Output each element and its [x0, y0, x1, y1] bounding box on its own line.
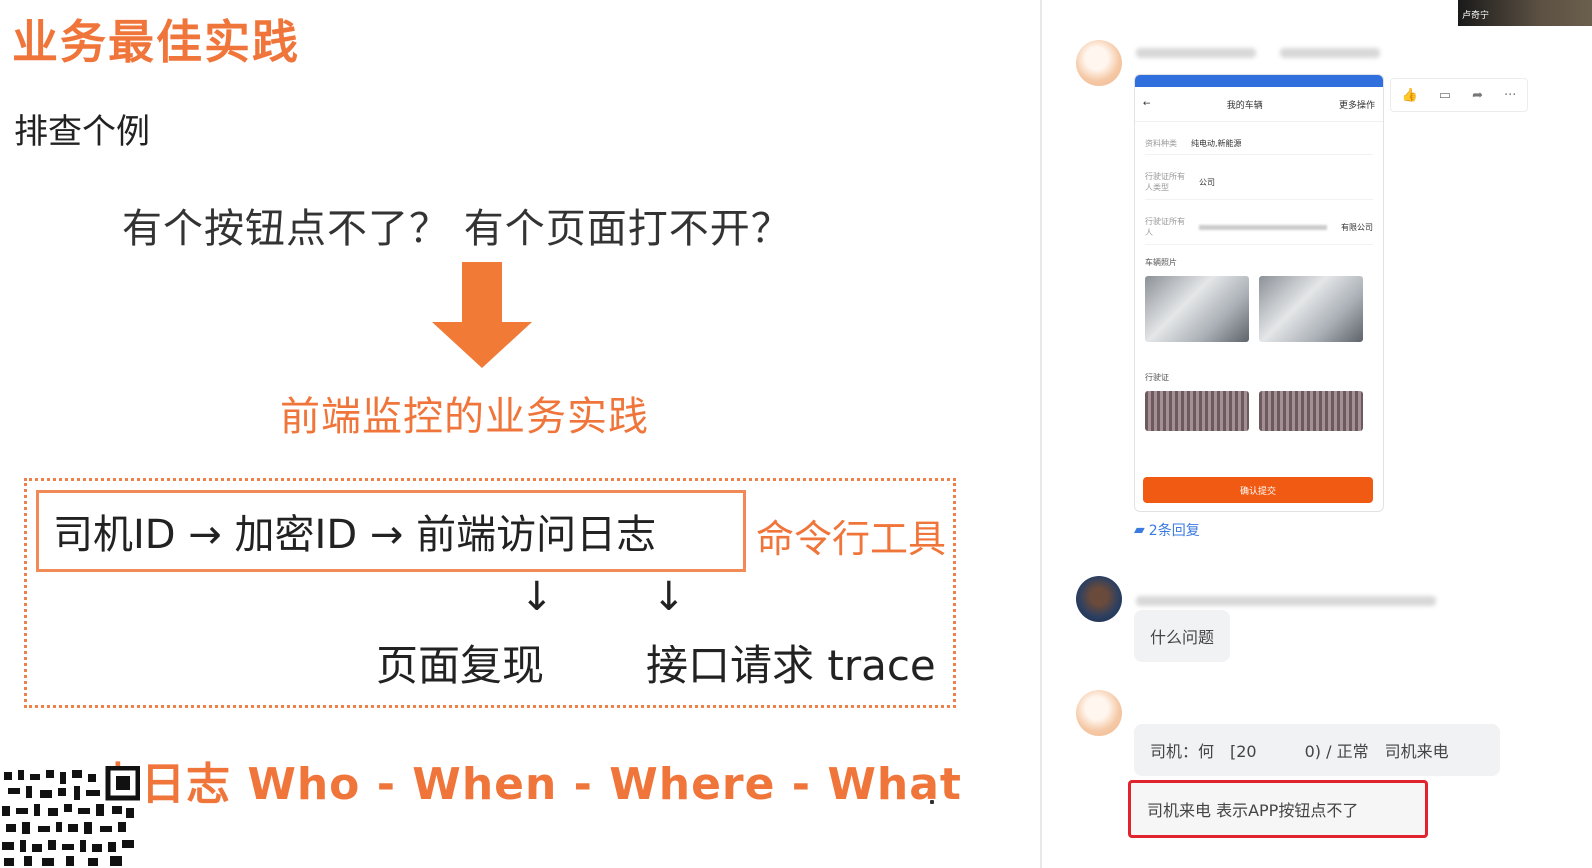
sender-name-blurred [1136, 596, 1436, 606]
flow-box: 司机ID → 加密ID → 前端访问日志 [36, 490, 746, 572]
down-arrow-icon [432, 262, 532, 368]
api-trace-label: 接口请求 trace [646, 641, 936, 690]
avatar[interactable] [1076, 40, 1122, 86]
cli-tool-label: 命令行工具 [756, 517, 947, 561]
phone-header-title: 我的车辆 [1226, 100, 1263, 111]
license-photos [1145, 391, 1373, 431]
qr-code-icon [0, 766, 140, 868]
phone-row-value: 有限公司 [1341, 222, 1373, 232]
message-text: 司机来电 表示APP按钮点不了 [1147, 801, 1359, 820]
page-replay-label: 页面复现 [376, 641, 545, 690]
thumbs-up-icon[interactable]: 👍 [1402, 88, 1418, 103]
question-text: 有个按钮点不了？ 有个页面打不开？ [122, 206, 792, 252]
more-icon[interactable]: ··· [1504, 88, 1516, 103]
screenshot-attachment[interactable]: ← 我的车辆 更多操作 资料种类 纯电动,新能源 行驶证所有人类型 公司 行驶证… [1134, 74, 1384, 512]
phone-row: 资料种类 纯电动,新能源 [1145, 132, 1373, 155]
license-section-title: 行驶证 [1145, 373, 1169, 382]
chat-message: 什么问题 [1134, 610, 1231, 662]
license-photo [1145, 391, 1249, 431]
phone-row-label: 行驶证所有人 [1145, 217, 1185, 237]
phone-row-value: 公司 [1199, 177, 1215, 187]
slide-subtitle: 排查个例 [14, 112, 150, 152]
avatar[interactable] [1076, 690, 1122, 736]
phone-row: 行驶证所有人类型 公司 [1145, 165, 1373, 200]
share-icon[interactable]: ➦ [1472, 88, 1483, 103]
submit-button: 确认提交 [1143, 477, 1373, 503]
phone-row-label: 行驶证所有人类型 [1145, 172, 1185, 192]
mouse-cursor [930, 800, 934, 804]
sender-name-blurred [1136, 48, 1256, 58]
comment-icon[interactable]: ▭ [1439, 88, 1451, 103]
car-photo [1259, 276, 1363, 342]
reply-count-label: 2条回复 [1148, 523, 1200, 539]
flow-down-arrow-icon: ↓ [520, 574, 554, 620]
reply-count-link[interactable]: ▰ 2条回复 [1134, 520, 1200, 540]
license-photo [1259, 391, 1363, 431]
car-photo [1145, 276, 1249, 342]
phone-header: ← 我的车辆 更多操作 [1135, 87, 1383, 122]
practice-heading: 前端监控的业务实践 [280, 394, 649, 440]
message-actions: 👍 ▭ ➦ ··· [1390, 78, 1528, 112]
phone-row: 行驶证所有人 有限公司 [1145, 210, 1373, 245]
phone-status-bar [1135, 75, 1383, 87]
message-text: 什么问题 [1150, 628, 1215, 647]
flow-text: 司机ID → 加密ID → 前端访问日志 [53, 512, 657, 558]
chat-message: 司机：何 [20 0) / 正常 司机来电 [1134, 724, 1500, 776]
comment-icon: ▰ [1134, 522, 1145, 538]
message-text: 司机：何 [20 0) / 正常 司机来电 [1150, 742, 1449, 761]
phone-row-label: 资料种类 [1145, 138, 1177, 148]
phone-header-action: 更多操作 [1338, 100, 1375, 111]
flow-down-arrow-icon: ↓ [652, 574, 686, 620]
log-query-line: 查日志 Who - When - Where - What [96, 759, 962, 810]
car-photos [1145, 276, 1373, 342]
back-arrow-icon: ← [1143, 99, 1151, 109]
presentation-slide: 业务最佳实践 排查个例 有个按钮点不了？ 有个页面打不开？ 前端监控的业务实践 … [0, 0, 1040, 868]
blurred-value [1199, 224, 1327, 230]
highlighted-chat-message: 司机来电 表示APP按钮点不了 [1128, 780, 1428, 838]
timestamp-blurred [1280, 48, 1380, 58]
video-thumbnail[interactable]: 卢奇宁 [1458, 0, 1592, 26]
phone-row-value: 纯电动,新能源 [1191, 138, 1242, 148]
avatar[interactable] [1076, 576, 1122, 622]
car-photos-section-title: 车辆照片 [1145, 258, 1177, 267]
slide-title: 业务最佳实践 [12, 15, 300, 69]
video-label: 卢奇宁 [1462, 11, 1490, 21]
